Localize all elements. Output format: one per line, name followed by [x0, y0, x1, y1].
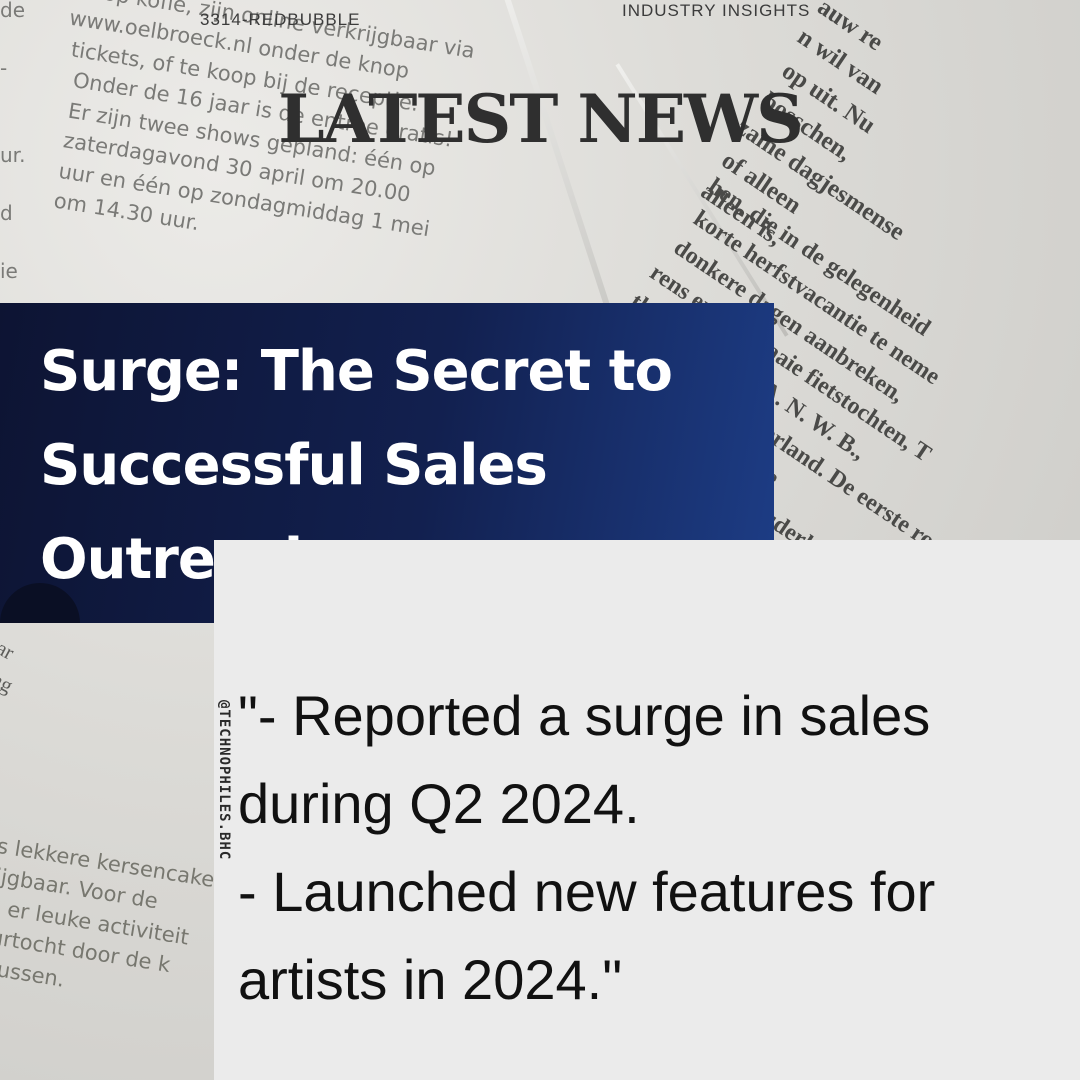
source-tag: 3314-REDBUBBLE	[200, 10, 361, 29]
category-label: INDUSTRY INSIGHTS	[622, 1, 811, 20]
background-newspaper-text: var lang afgro eenige deer eden, locomot…	[0, 630, 19, 761]
news-quote: "- Reported a surge in sales during Q2 2…	[238, 684, 936, 1011]
background-newspaper-text: is lekkere kersencake rijgbaar. Voor de …	[0, 832, 217, 992]
page-title: LATEST NEWS	[278, 80, 804, 158]
social-handle: @TECHNOPHILES.BHC	[196, 700, 232, 920]
social-handle-text: @TECHNOPHILES.BHC	[216, 700, 232, 861]
